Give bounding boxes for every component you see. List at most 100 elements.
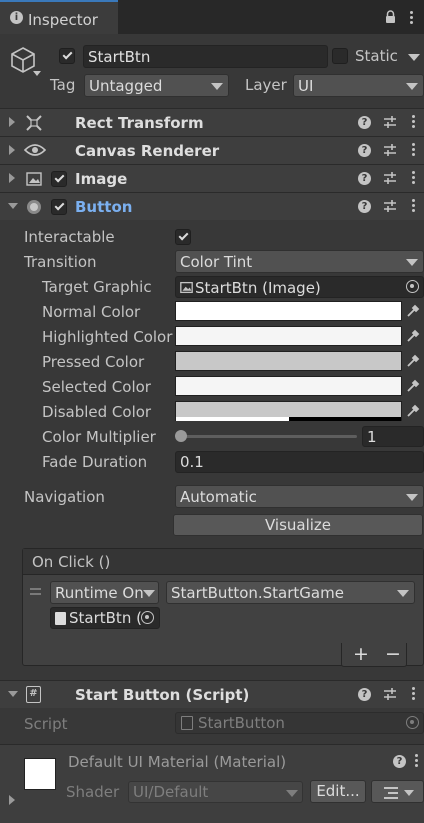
icon-dropdown-caret[interactable] [33,71,41,76]
object-picker-icon [406,716,419,729]
foldout-icon[interactable] [9,173,15,183]
foldout-icon[interactable] [9,795,15,805]
preset-icon[interactable] [383,143,397,161]
help-icon[interactable]: ? [358,116,371,129]
interactable-checkbox[interactable] [175,229,191,245]
layer-value: UI [298,77,314,95]
list-icon [384,787,398,799]
fade-duration-value: 0.1 [180,453,204,471]
material-menu-icon[interactable] [415,754,418,769]
script-value: StartButton [198,714,285,732]
pressed-color-swatch[interactable] [175,351,402,371]
tab-bar: i Inspector [0,0,424,34]
color-multiplier-field[interactable]: 1 [362,426,424,447]
layer-dropdown[interactable]: UI [293,74,424,97]
component-menu-icon[interactable] [412,687,415,702]
component-menu-icon[interactable] [412,143,415,158]
interactable-label: Interactable [24,228,115,246]
info-icon: i [10,11,23,24]
preset-icon[interactable] [383,115,397,133]
preset-icon[interactable] [383,171,397,189]
eyedropper-icon[interactable] [406,354,420,368]
gameobject-name: StartBtn [88,48,151,66]
static-checkbox[interactable] [332,48,348,64]
color-multiplier-label: Color Multiplier [42,428,156,446]
component-menu-icon[interactable] [412,199,415,214]
color-multiplier-slider-track[interactable] [179,435,357,438]
chevron-down-icon [397,590,409,597]
foldout-icon[interactable] [9,117,15,127]
add-event-button[interactable]: + [353,643,369,665]
chevron-down-icon [286,790,298,797]
fade-duration-field[interactable]: 0.1 [175,451,424,473]
foldout-icon[interactable] [9,145,15,155]
edit-shader-button[interactable]: Edit... [310,780,366,803]
object-picker-icon[interactable] [141,611,154,624]
object-picker-icon[interactable] [406,280,419,293]
help-icon[interactable]: ? [358,688,371,701]
shader-value: UI/Default [133,783,209,801]
color-multiplier-value: 1 [367,428,377,446]
gameobject-name-field[interactable]: StartBtn [83,45,328,68]
image-icon [180,281,193,298]
help-icon[interactable]: ? [358,200,371,213]
onclick-footer: + − [341,643,407,667]
lock-icon[interactable] [385,10,396,23]
selected-color-swatch[interactable] [175,376,402,396]
tab-menu-icon[interactable] [410,11,413,26]
selected-color-label: Selected Color [42,378,151,396]
target-graphic-field[interactable]: StartBtn (Image) [175,276,424,298]
component-rect-transform[interactable]: Rect Transform ? [0,108,424,136]
material-title: Default UI Material (Material) [68,753,287,771]
component-menu-icon[interactable] [412,171,415,186]
foldout-expanded-icon[interactable] [8,203,18,209]
component-menu-icon[interactable] [412,115,415,130]
help-icon[interactable]: ? [358,172,371,185]
chevron-down-icon [404,790,414,796]
rect-transform-icon [26,115,42,135]
eyedropper-icon[interactable] [406,379,420,393]
drag-handle-icon[interactable] [30,588,41,595]
component-title: Rect Transform [75,114,204,132]
pressed-color-label: Pressed Color [42,353,145,371]
highlighted-color-swatch[interactable] [175,326,402,346]
eyedropper-icon[interactable] [406,304,420,318]
active-checkbox[interactable] [59,48,75,64]
target-graphic-value: StartBtn (Image) [195,279,321,297]
tag-dropdown[interactable]: Untagged [84,74,229,97]
color-multiplier-slider-handle[interactable] [175,430,187,442]
tab-inspector[interactable]: i Inspector [0,0,118,34]
help-icon[interactable]: ? [358,144,371,157]
component-title: Start Button (Script) [75,686,250,704]
transition-value: Color Tint [180,253,253,271]
image-icon [26,171,42,191]
shader-options-button[interactable] [371,780,424,803]
normal-color-swatch[interactable] [175,301,402,321]
disabled-color-swatch[interactable] [175,401,402,421]
script-label: Script [24,715,68,733]
transition-dropdown[interactable]: Color Tint [175,250,424,273]
button-enabled-checkbox[interactable] [51,199,67,215]
static-dropdown-icon[interactable] [408,54,420,61]
chevron-down-icon [211,83,223,90]
component-image[interactable]: Image ? [0,164,424,192]
target-object-field[interactable]: StartBtn ( [50,607,160,629]
component-canvas-renderer[interactable]: Canvas Renderer ? [0,136,424,164]
help-icon[interactable]: ? [393,755,406,768]
runtime-mode-dropdown[interactable]: Runtime On [50,581,159,604]
component-start-button-script[interactable]: # Start Button (Script) ? [0,680,424,708]
preset-icon[interactable] [383,199,397,217]
button-icon [26,199,42,219]
visualize-button[interactable]: Visualize [173,514,423,536]
navigation-dropdown[interactable]: Automatic [175,485,424,508]
eyedropper-icon[interactable] [406,329,420,343]
component-button[interactable]: Button ? [0,192,424,220]
preset-icon[interactable] [383,687,397,705]
foldout-expanded-icon[interactable] [8,691,18,697]
edit-label: Edit... [316,782,360,800]
image-enabled-checkbox[interactable] [51,171,67,187]
function-dropdown[interactable]: StartButton.StartGame [166,581,415,604]
material-preview [24,758,56,790]
eyedropper-icon[interactable] [406,404,420,418]
remove-event-button[interactable]: − [385,643,401,665]
